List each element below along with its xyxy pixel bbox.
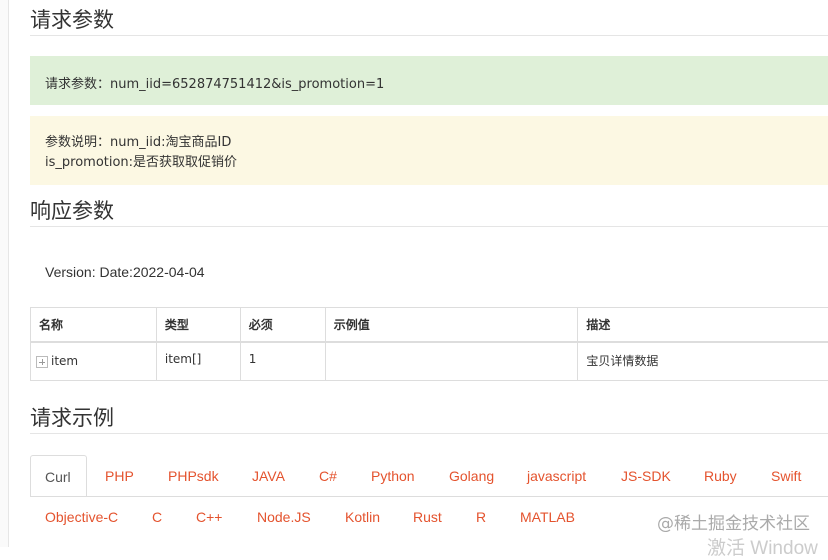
param-name: item	[51, 354, 78, 368]
tab-csharp[interactable]: C#	[319, 455, 337, 497]
request-params-text: 请求参数：num_iid=652874751412&is_promotion=1	[45, 77, 384, 92]
request-params-alert: 请求参数：num_iid=652874751412&is_promotion=1	[30, 56, 828, 105]
tab-cpp[interactable]: C++	[196, 496, 222, 538]
section-title-request-example: 请求示例	[30, 404, 114, 432]
tab-kotlin[interactable]: Kotlin	[345, 496, 380, 538]
tab-swift[interactable]: Swift	[771, 455, 801, 497]
site-watermark: @稀土掘金技术社区	[657, 509, 810, 534]
tab-curl[interactable]: Curl	[30, 455, 87, 497]
section-divider	[30, 35, 828, 36]
cell-required: 1	[240, 342, 325, 380]
tab-objective-c[interactable]: Objective-C	[45, 496, 118, 538]
tab-ruby[interactable]: Ruby	[704, 455, 737, 497]
column-header-name: 名称	[31, 308, 157, 343]
tab-php[interactable]: PHP	[105, 455, 134, 497]
section-divider	[30, 226, 828, 227]
api-version-text: Version: Date:2022-04-04	[45, 264, 205, 280]
cell-name: item	[31, 342, 157, 380]
tab-nodejs[interactable]: Node.JS	[257, 496, 311, 538]
tab-rust[interactable]: Rust	[413, 496, 442, 538]
tab-golang[interactable]: Golang	[449, 455, 494, 497]
tab-python[interactable]: Python	[371, 455, 415, 497]
table-row: item item[] 1 宝贝详情数据	[31, 342, 828, 380]
cell-example	[325, 342, 578, 380]
tab-javascript[interactable]: javascript	[527, 455, 586, 497]
page-left-border	[0, 0, 9, 547]
response-params-table: 名称 类型 必须 示例值 描述 item item[] 1 宝贝详情数据	[30, 307, 828, 381]
table-header-row: 名称 类型 必须 示例值 描述	[31, 308, 828, 343]
tab-java[interactable]: JAVA	[252, 455, 285, 497]
tab-js-sdk[interactable]: JS-SDK	[621, 455, 671, 497]
section-title-response-params: 响应参数	[30, 197, 114, 225]
params-description-line: 参数说明：num_iid:淘宝商品ID	[45, 133, 828, 153]
tab-r[interactable]: R	[476, 496, 486, 538]
params-description-alert: 参数说明：num_iid:淘宝商品ID is_promotion:是否获取取促销…	[30, 116, 828, 185]
params-description-line: is_promotion:是否获取取促销价	[45, 153, 828, 173]
column-header-type: 类型	[156, 308, 240, 343]
tab-c[interactable]: C	[152, 496, 162, 538]
cell-type: item[]	[156, 342, 240, 380]
language-tabs-row-1: Curl PHP PHPsdk JAVA C# Python Golang ja…	[30, 455, 828, 497]
column-header-example: 示例值	[325, 308, 578, 343]
tab-matlab[interactable]: MATLAB	[520, 496, 575, 538]
cell-description: 宝贝详情数据	[578, 342, 828, 380]
section-divider	[30, 433, 828, 434]
column-header-description: 描述	[578, 308, 828, 343]
expand-plus-icon[interactable]	[36, 356, 48, 368]
column-header-required: 必须	[240, 308, 325, 343]
section-title-request-params: 请求参数	[30, 6, 114, 34]
tab-phpsdk[interactable]: PHPsdk	[168, 455, 219, 497]
